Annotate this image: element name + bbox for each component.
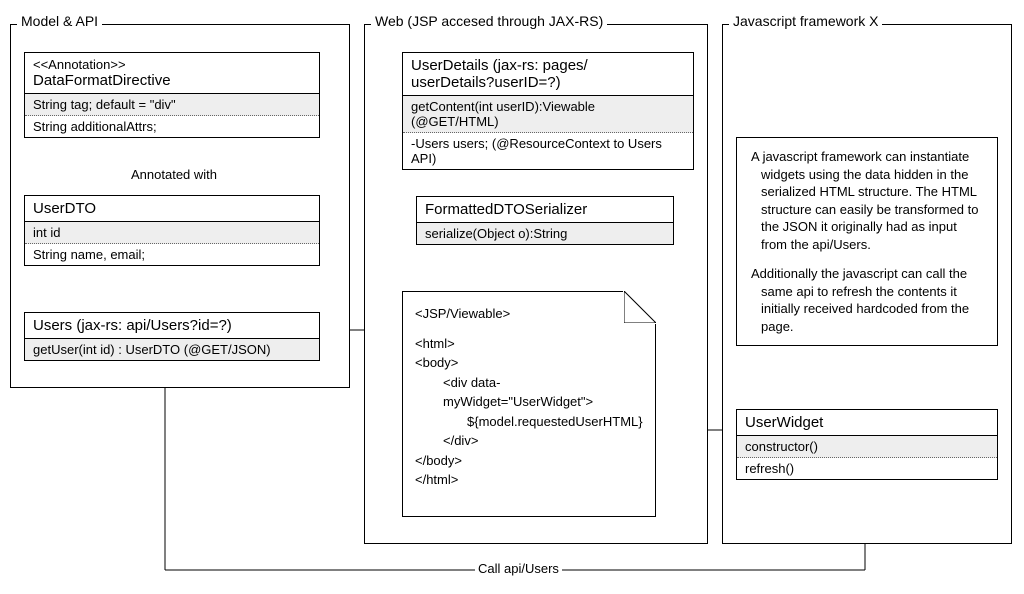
- class-userdto: UserDTO int id String name, email;: [24, 195, 320, 266]
- doc-line: <html>: [415, 334, 643, 354]
- doc-line: <div data-myWidget="UserWidget">: [415, 373, 643, 412]
- dfd-field-tag: String tag; default = "div": [25, 94, 319, 116]
- document-fold-icon: [624, 291, 656, 323]
- label-annotated-with: Annotated with: [128, 167, 220, 182]
- userdetails-method-getcontent: getContent(int userID):Viewable (@GET/HT…: [403, 96, 693, 133]
- doc-line: <body>: [415, 353, 643, 373]
- userwidget-method-refresh: refresh(): [737, 458, 997, 479]
- container-label-model: Model & API: [17, 13, 102, 29]
- doc-line: <JSP/Viewable>: [415, 304, 643, 324]
- class-users: Users (jax-rs: api/Users?id=?) getUser(i…: [24, 312, 320, 361]
- class-name-userdetails: UserDetails (jax-rs: pages/ userDetails?…: [403, 53, 693, 96]
- container-label-web: Web (JSP accesed through JAX-RS): [371, 13, 607, 29]
- note-p1: A javascript framework can instantiate w…: [751, 148, 983, 253]
- userwidget-method-constructor: constructor(): [737, 436, 997, 458]
- label-call-api-users: Call api/Users: [475, 561, 562, 576]
- class-userwidget: UserWidget constructor() refresh(): [736, 409, 998, 480]
- doc-line: ${model.requestedUserHTML}: [415, 412, 643, 432]
- class-dataformatdirective: <<Annotation>> DataFormatDirective Strin…: [24, 52, 320, 138]
- serializer-method-serialize: serialize(Object o):String: [417, 223, 673, 244]
- dfd-field-attrs: String additionalAttrs;: [25, 116, 319, 137]
- doc-line: </html>: [415, 470, 643, 490]
- note-js-description: A javascript framework can instantiate w…: [736, 137, 998, 346]
- class-name-userwidget: UserWidget: [737, 410, 997, 436]
- userdto-field-id: int id: [25, 222, 319, 244]
- class-name-userdto: UserDTO: [25, 196, 319, 222]
- userdto-field-name-email: String name, email;: [25, 244, 319, 265]
- jsp-document: <JSP/Viewable> <html> <body> <div data-m…: [402, 291, 656, 517]
- class-userdetails: UserDetails (jax-rs: pages/ userDetails?…: [402, 52, 694, 170]
- userdetails-field-users: -Users users; (@ResourceContext to Users…: [403, 133, 693, 169]
- class-name-serializer: FormattedDTOSerializer: [417, 197, 673, 223]
- note-p2: Additionally the javascript can call the…: [751, 265, 983, 335]
- class-name-users: Users (jax-rs: api/Users?id=?): [25, 313, 319, 339]
- users-method-getuser: getUser(int id) : UserDTO (@GET/JSON): [25, 339, 319, 360]
- doc-line: </div>: [415, 431, 643, 451]
- class-name-dfd: <<Annotation>> DataFormatDirective: [25, 53, 319, 94]
- class-serializer: FormattedDTOSerializer serialize(Object …: [416, 196, 674, 245]
- container-label-js: Javascript framework X: [729, 13, 882, 29]
- doc-line: </body>: [415, 451, 643, 471]
